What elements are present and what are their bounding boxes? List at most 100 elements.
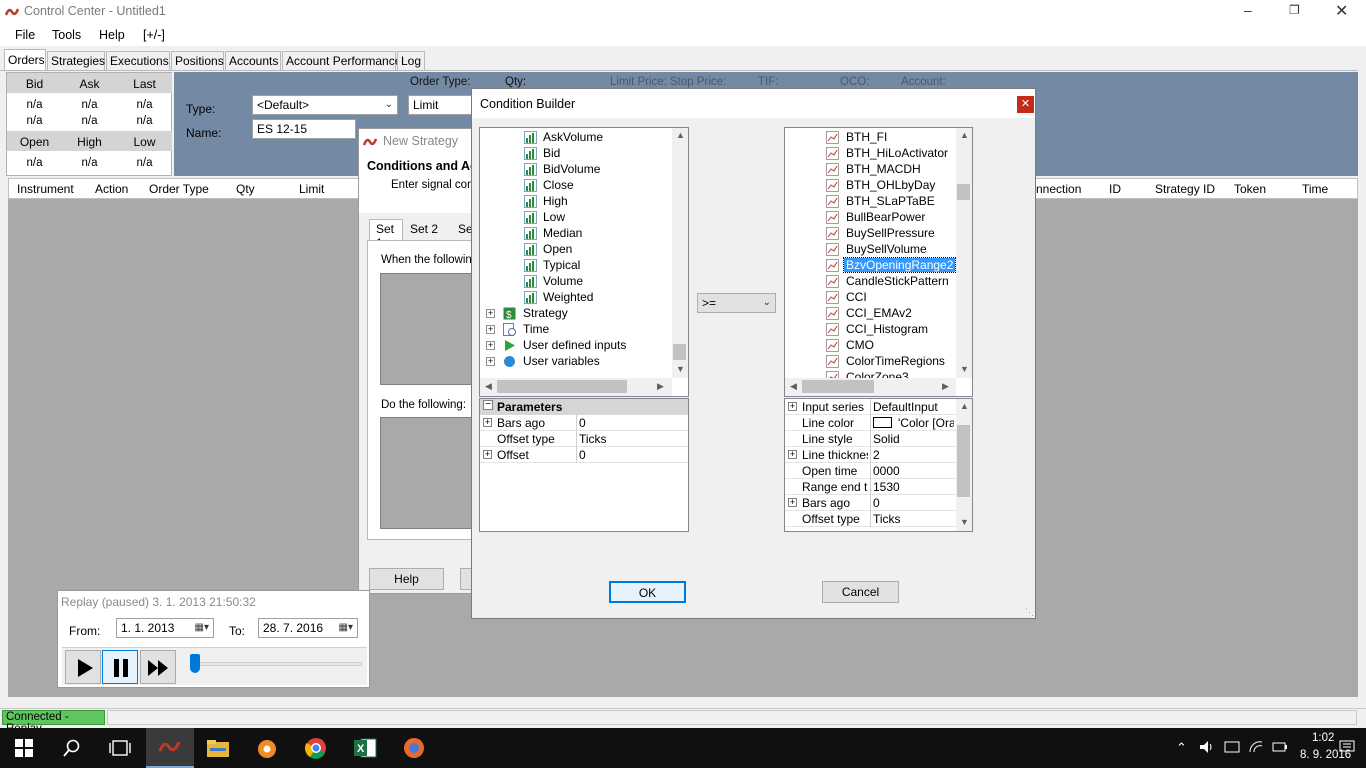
expand-icon[interactable]: +	[486, 309, 495, 318]
tab-strategies[interactable]: Strategies	[47, 51, 105, 70]
help-button[interactable]: Help	[369, 568, 444, 590]
search-button[interactable]	[48, 728, 96, 768]
expand-icon[interactable]: +	[486, 357, 495, 366]
property-row[interactable]: + Bars ago 0	[480, 415, 688, 431]
instrument-field[interactable]: ES 12-15	[252, 119, 356, 139]
property-row[interactable]: Range end tin 1530	[785, 479, 956, 495]
right-horizontal-scrollbar[interactable]: ◀ ▶	[785, 378, 956, 396]
tab-accounts[interactable]: Accounts	[225, 51, 281, 70]
battery-icon[interactable]	[1272, 740, 1288, 754]
expand-icon[interactable]: +	[483, 418, 492, 427]
property-row[interactable]: Line style Solid	[785, 431, 956, 447]
right-params-scrollbar[interactable]: ▲ ▼	[956, 399, 972, 531]
indicator-item[interactable]: BzvOpeningRange2	[826, 257, 957, 274]
property-row[interactable]: + Line thicknes 2	[785, 447, 956, 463]
indicator-item[interactable]: BTH_MACDH	[826, 162, 956, 178]
input-series-item[interactable]: Low	[524, 210, 664, 226]
task-view-button[interactable]	[96, 728, 144, 768]
left-expression-tree[interactable]: AskVolume Bid BidVolume Close High Low Median O…	[479, 127, 689, 397]
close-icon[interactable]: ✕	[1335, 1, 1348, 21]
indicator-item[interactable]: BTH_SLaPTaBE	[826, 194, 956, 210]
left-property-grid[interactable]: − Parameters + Bars ago 0 Offset type Ticks +…	[479, 398, 689, 532]
fast-forward-button[interactable]	[140, 650, 176, 684]
indicator-item[interactable]: ColorTimeRegions	[826, 354, 956, 370]
menu-help[interactable]: Help	[99, 28, 125, 42]
pause-button[interactable]	[102, 650, 138, 684]
property-row[interactable]: Offset type Ticks	[785, 511, 956, 527]
input-series-item[interactable]: BidVolume	[524, 162, 664, 178]
volume-icon[interactable]	[1199, 740, 1215, 754]
chevron-up-icon[interactable]: ⌃	[1176, 740, 1187, 756]
tree-group[interactable]: + User defined inputs	[486, 338, 666, 354]
clock-time[interactable]: 1:02	[1312, 732, 1334, 744]
tab-positions[interactable]: Positions	[171, 51, 224, 70]
notifications-icon[interactable]	[1339, 740, 1355, 755]
col-token[interactable]: Token	[1234, 182, 1266, 196]
tree-group[interactable]: + Time	[486, 322, 666, 338]
input-series-item[interactable]: Volume	[524, 274, 664, 290]
input-series-item[interactable]: Median	[524, 226, 664, 242]
network-icon[interactable]	[1248, 740, 1264, 754]
indicator-item[interactable]: CMO	[826, 338, 956, 354]
to-date-picker[interactable]: 28. 7. 2016 ▦▾	[258, 618, 358, 638]
col-time[interactable]: Time	[1302, 182, 1328, 196]
scroll-down-icon[interactable]: ▼	[960, 517, 969, 527]
scroll-down-icon[interactable]: ▼	[960, 364, 969, 374]
replay-slider-track[interactable]	[190, 662, 362, 666]
left-vertical-scrollbar[interactable]: ▲ ▼	[672, 128, 688, 378]
property-row[interactable]: Line color 'Color [Oran	[785, 415, 956, 431]
col-qty[interactable]: Qty	[236, 182, 255, 196]
input-series-item[interactable]: AskVolume	[524, 130, 664, 146]
right-hscroll-thumb[interactable]	[802, 380, 874, 393]
indicator-item[interactable]: BTH_OHLbyDay	[826, 178, 956, 194]
right-indicator-list[interactable]: BTH_FI BTH_HiLoActivator BTH_MACDH BTH_OHLb…	[784, 127, 973, 397]
tree-group[interactable]: + User variables	[486, 354, 666, 370]
type-select[interactable]: <Default> ⌄	[252, 95, 398, 115]
expand-icon[interactable]: +	[486, 341, 495, 350]
col-action[interactable]: Action	[95, 182, 128, 196]
property-row[interactable]: Offset type Ticks	[480, 431, 688, 447]
menu-file[interactable]: File	[15, 28, 35, 42]
right-property-grid[interactable]: + Input series DefaultInput Line color 'Colo…	[784, 398, 973, 532]
property-row[interactable]: + Bars ago 0	[785, 495, 956, 511]
tab-executions[interactable]: Executions	[106, 51, 170, 70]
scroll-left-icon[interactable]: ◀	[790, 381, 797, 392]
indicator-item[interactable]: CandleStickPattern	[826, 274, 956, 290]
col-instrument[interactable]: Instrument	[17, 182, 74, 196]
keyboard-icon[interactable]	[1224, 740, 1240, 754]
tab-set-2[interactable]: Set 2	[410, 222, 438, 236]
expand-icon[interactable]: +	[788, 450, 797, 459]
expand-icon[interactable]: +	[788, 498, 797, 507]
input-series-item[interactable]: High	[524, 194, 664, 210]
scroll-right-icon[interactable]: ▶	[657, 381, 664, 392]
tree-group[interactable]: + $ Strategy	[486, 306, 666, 322]
taskbar-excel[interactable]: X	[341, 728, 389, 768]
scroll-right-icon[interactable]: ▶	[942, 381, 949, 392]
replay-slider-thumb[interactable]	[190, 654, 200, 673]
right-vertical-scrollbar[interactable]: ▲ ▼	[956, 128, 972, 378]
maximize-icon[interactable]: ❐	[1289, 3, 1300, 17]
col-limit[interactable]: Limit	[299, 182, 324, 196]
close-icon[interactable]: ✕	[1017, 96, 1034, 113]
start-button[interactable]	[0, 728, 48, 768]
col-strategy-id[interactable]: Strategy ID	[1155, 182, 1215, 196]
scroll-up-icon[interactable]: ▲	[960, 130, 969, 140]
operator-select[interactable]: >= ⌄	[697, 293, 776, 313]
tab-log[interactable]: Log	[397, 51, 425, 70]
indicator-item[interactable]: CCI	[826, 290, 956, 306]
input-series-item[interactable]: Close	[524, 178, 664, 194]
expand-icon[interactable]: +	[483, 450, 492, 459]
input-series-item[interactable]: Bid	[524, 146, 664, 162]
collapse-icon[interactable]: −	[483, 400, 493, 410]
scroll-up-icon[interactable]: ▲	[960, 401, 969, 411]
taskbar-app[interactable]	[390, 728, 438, 768]
resize-grip-icon[interactable]: ⋱	[1025, 607, 1034, 618]
indicator-item[interactable]: CCI_Histogram	[826, 322, 956, 338]
cancel-button[interactable]: Cancel	[822, 581, 899, 603]
menu-expand[interactable]: [+/-]	[143, 28, 165, 42]
ok-button[interactable]: OK	[609, 581, 686, 603]
property-row[interactable]: + Offset 0	[480, 447, 688, 463]
left-horizontal-scrollbar[interactable]: ◀ ▶	[480, 378, 672, 396]
menu-tools[interactable]: Tools	[52, 28, 81, 42]
indicator-item[interactable]: CCI_EMAv2	[826, 306, 956, 322]
